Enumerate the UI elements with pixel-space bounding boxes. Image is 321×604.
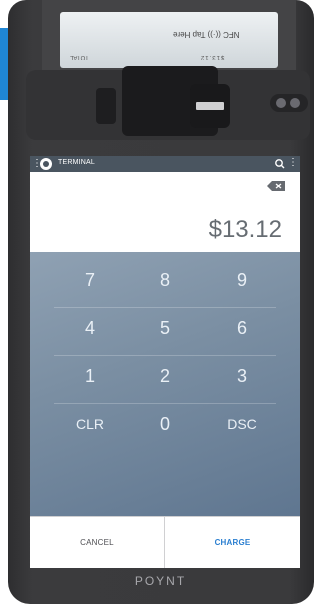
camera-module [270, 94, 308, 112]
keypad-row: 4 5 6 [30, 308, 300, 356]
keypad-row: CLR 0 DSC [30, 404, 300, 452]
key-6[interactable]: 6 [202, 318, 282, 339]
customer-screen: NFC ((·)) Tap Here TOTAL $13.12 [60, 12, 278, 68]
numeric-keypad: 7 8 9 4 5 6 1 2 3 CLR 0 DSC [30, 252, 300, 516]
device-brand-logo: POYNT [134, 574, 187, 588]
discount-key[interactable]: DSC [202, 416, 282, 432]
keypad-row: 1 2 3 [30, 356, 300, 404]
key-0[interactable]: 0 [125, 414, 205, 435]
customer-total-label: TOTAL [70, 54, 89, 60]
card-slot-light [196, 102, 224, 110]
app-bar: ⋮ TERMINAL ⋮ [30, 156, 300, 172]
key-1[interactable]: 1 [50, 366, 130, 387]
key-3[interactable]: 3 [202, 366, 282, 387]
scene: NFC ((·)) Tap Here TOTAL $13.12 ⋮ TERMIN… [0, 0, 321, 604]
overflow-menu-icon[interactable]: ⋮ [288, 157, 298, 169]
key-4[interactable]: 4 [50, 318, 130, 339]
camera-lens [290, 98, 300, 108]
search-icon[interactable] [274, 157, 286, 171]
app-title: TERMINAL [58, 159, 95, 166]
merchant-screen: ⋮ TERMINAL ⋮ $13.12 7 8 9 4 5 6 1 2 3 CL… [30, 156, 300, 568]
action-bar: CANCEL CHARGE [30, 516, 300, 568]
entered-amount: $13.12 [208, 216, 282, 243]
camera-lens [276, 98, 286, 108]
app-logo-icon [40, 158, 52, 170]
key-2[interactable]: 2 [125, 366, 205, 387]
cancel-button[interactable]: CANCEL [30, 517, 164, 568]
key-5[interactable]: 5 [125, 318, 205, 339]
key-8[interactable]: 8 [125, 270, 205, 291]
customer-total-amount: $13.12 [199, 54, 224, 60]
key-9[interactable]: 9 [202, 270, 282, 291]
nfc-prompt: NFC ((·)) Tap Here [173, 30, 240, 39]
keypad-row: 7 8 9 [30, 260, 300, 308]
clear-key[interactable]: CLR [50, 416, 130, 432]
charge-button[interactable]: CHARGE [165, 517, 300, 568]
backspace-icon[interactable] [266, 180, 286, 192]
card-reader-slot [190, 84, 230, 128]
card-clip-left [96, 88, 116, 124]
amount-display: $13.12 [30, 172, 300, 252]
key-7[interactable]: 7 [50, 270, 130, 291]
